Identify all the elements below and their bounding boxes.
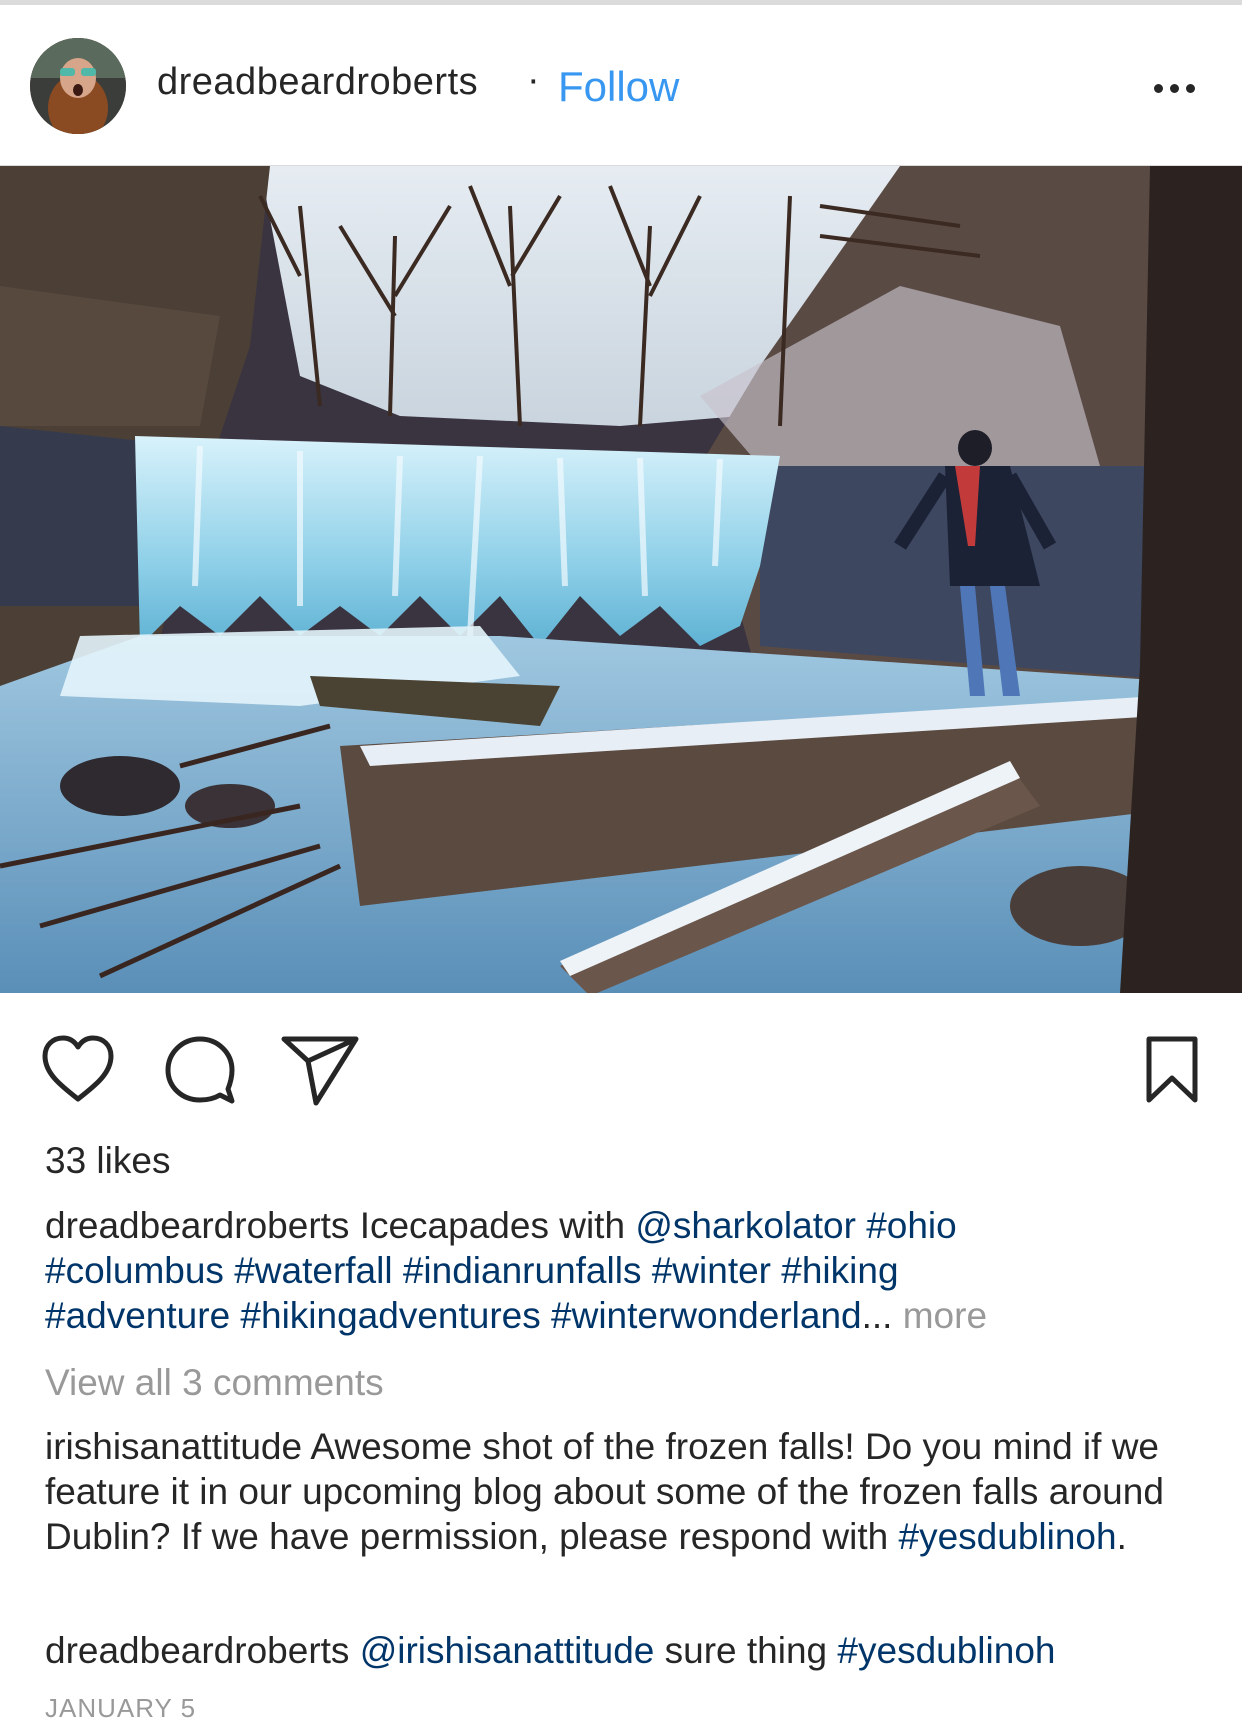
post-author-username[interactable]: dreadbeardroberts (157, 61, 478, 104)
save-button[interactable] (1144, 1034, 1200, 1106)
comment-text: sure thing (664, 1630, 828, 1671)
comment-username[interactable]: irishisanattitude (45, 1426, 302, 1467)
comment-hashtag[interactable]: #yesdublinoh (837, 1630, 1055, 1671)
separator-dot: · (527, 59, 540, 101)
caption-ellipsis: ... (861, 1295, 893, 1336)
send-icon (281, 1036, 359, 1106)
comment-bubble-icon (165, 1036, 235, 1104)
avatar[interactable] (30, 38, 126, 134)
caption-mention[interactable]: @sharkolator (635, 1205, 856, 1246)
comment-username[interactable]: dreadbeardroberts (45, 1630, 349, 1671)
caption-tags-line1[interactable]: #ohio (866, 1205, 957, 1246)
more-options-icon[interactable] (1150, 75, 1200, 101)
caption-tags-line2[interactable]: #columbus #waterfall #indianrunfalls #wi… (45, 1250, 899, 1291)
caption-username[interactable]: dreadbeardroberts (45, 1205, 349, 1246)
post-caption: dreadbeardroberts Icecapades with @shark… (45, 1203, 1195, 1338)
view-all-comments-link[interactable]: View all 3 comments (45, 1362, 384, 1404)
comment-item: dreadbeardroberts @irishisanattitude sur… (45, 1628, 1195, 1673)
comment-mention[interactable]: @irishisanattitude (360, 1630, 655, 1671)
comment-item: irishisanattitude Awesome shot of the fr… (45, 1424, 1195, 1559)
comment-button[interactable] (162, 1033, 238, 1105)
like-count[interactable]: 33 likes (45, 1140, 170, 1182)
comment-end-punctuation: . (1116, 1516, 1127, 1557)
heart-icon (42, 1035, 114, 1102)
share-button[interactable] (280, 1033, 360, 1107)
caption-text: Icecapades with (359, 1205, 626, 1246)
like-button[interactable] (40, 1033, 116, 1105)
comment-hashtag[interactable]: #yesdublinoh (899, 1516, 1117, 1557)
post-photo[interactable] (0, 166, 1242, 993)
bookmark-icon (1146, 1036, 1198, 1103)
post-header: dreadbeardroberts · Follow (0, 5, 1242, 165)
post-date: JANUARY 5 (45, 1693, 197, 1723)
caption-tags-line3[interactable]: #adventure #hikingadventures #winterwond… (45, 1295, 862, 1336)
follow-button[interactable]: Follow (558, 63, 679, 111)
caption-more-link[interactable]: more (903, 1295, 987, 1336)
